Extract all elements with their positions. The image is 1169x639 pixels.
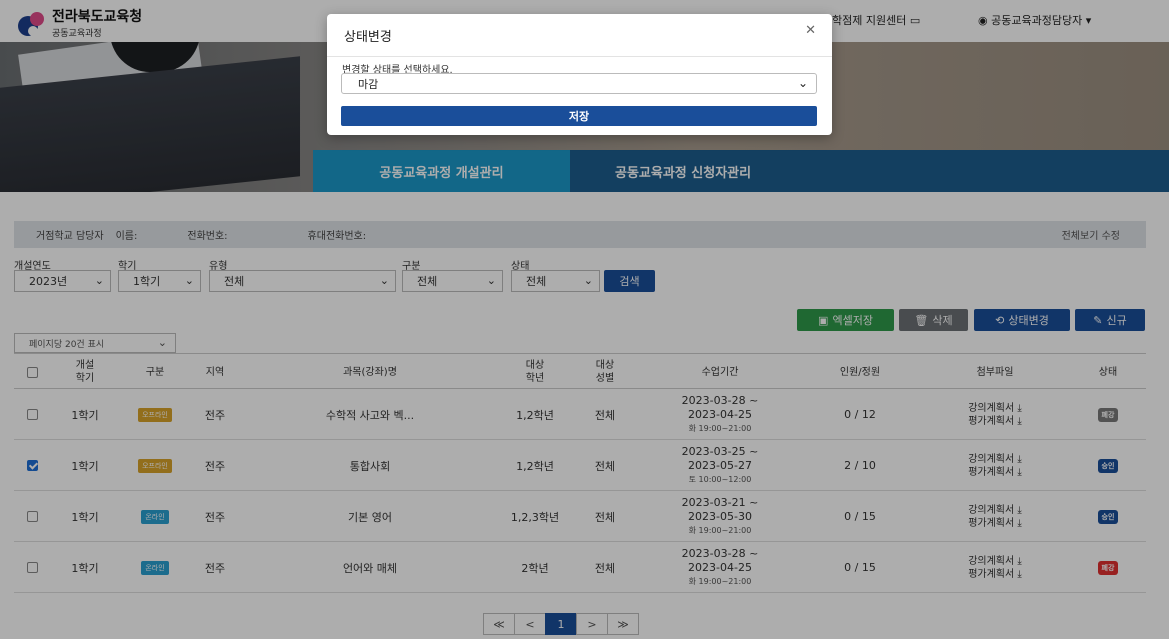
modal-divider (327, 56, 832, 57)
modal-title: 상태변경 (344, 30, 392, 45)
status-select-dropdown[interactable]: 마감 ⌄ (341, 73, 817, 94)
chevron-down-icon: ⌄ (797, 76, 808, 90)
status-change-modal: 상태변경 ✕ 변경할 상태를 선택하세요. 마감 ⌄ 저장 (327, 14, 832, 135)
close-icon[interactable]: ✕ (805, 23, 816, 38)
save-button[interactable]: 저장 (341, 106, 817, 126)
